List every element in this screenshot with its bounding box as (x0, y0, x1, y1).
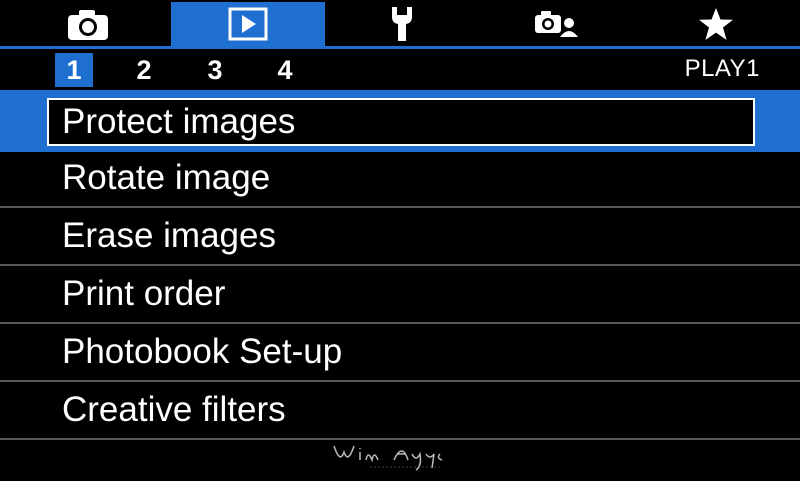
menu-item-protect-images[interactable]: Protect images (0, 94, 800, 152)
page-tab-4[interactable]: 4 (266, 53, 304, 87)
menu-tab-label: PLAY1 (684, 55, 760, 82)
menu-item-label: Protect images (62, 102, 296, 141)
tab-shooting[interactable] (60, 2, 116, 46)
tab-playback[interactable] (171, 2, 325, 46)
menu-item-label: Creative filters (62, 390, 286, 429)
page-selector-bar: 1 2 3 4 PLAY1 (0, 46, 800, 90)
menu-item-label: Erase images (62, 216, 276, 255)
menu-item-photobook-setup[interactable]: Photobook Set-up (0, 324, 800, 382)
menu-list: Protect images Rotate image Erase images… (0, 90, 800, 481)
menu-item-label: Photobook Set-up (62, 332, 343, 371)
menu-item-label: Rotate image (62, 158, 271, 197)
tab-setup[interactable] (382, 2, 422, 46)
signature-watermark (333, 445, 443, 471)
tab-my-menu[interactable] (696, 2, 736, 46)
page-tab-1[interactable]: 1 (55, 53, 93, 87)
menu-item-erase-images[interactable]: Erase images (0, 208, 800, 266)
menu-item-print-order[interactable]: Print order (0, 266, 800, 324)
playback-icon (228, 7, 268, 41)
page-tab-2[interactable]: 2 (125, 53, 163, 87)
menu-tab-bar (0, 0, 800, 46)
page-tab-3[interactable]: 3 (196, 53, 234, 87)
camera-icon (68, 10, 108, 40)
star-icon (699, 8, 733, 40)
custom-functions-icon (535, 11, 578, 37)
tab-custom[interactable] (532, 2, 580, 46)
menu-item-creative-filters[interactable]: Creative filters (0, 382, 800, 440)
menu-item-rotate-image[interactable]: Rotate image (0, 150, 800, 208)
menu-item-label: Print order (62, 274, 226, 313)
wrench-icon (392, 7, 412, 41)
